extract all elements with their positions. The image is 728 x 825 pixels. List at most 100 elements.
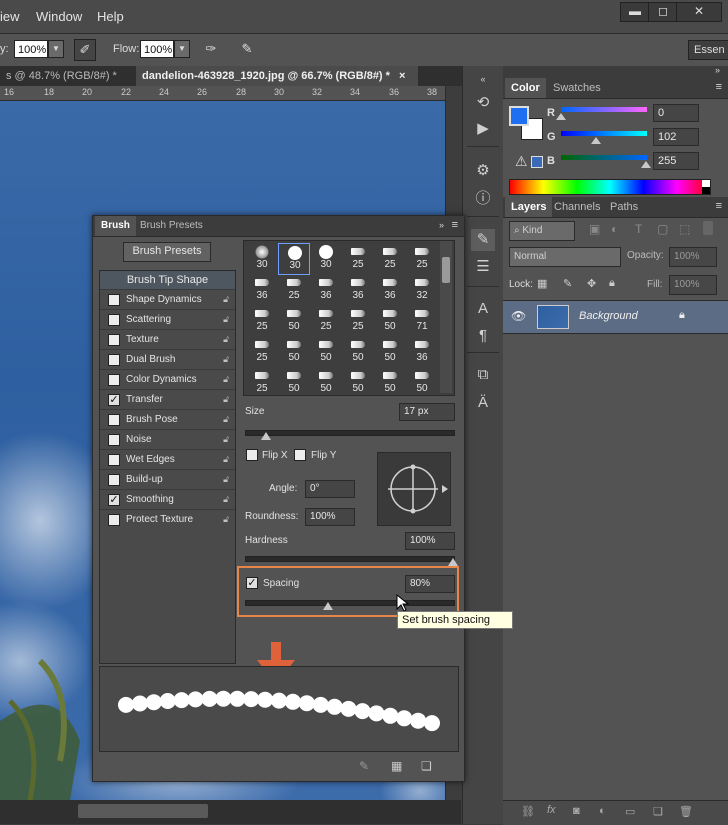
collapse-icon[interactable]: » bbox=[715, 65, 720, 75]
flow-field[interactable]: 100% bbox=[140, 40, 174, 58]
brush-tip[interactable]: 25 bbox=[374, 243, 406, 275]
filter-smartobject-icon[interactable]: ⬚ bbox=[679, 222, 690, 236]
checkbox[interactable] bbox=[108, 434, 120, 446]
character-icon[interactable]: A bbox=[471, 298, 495, 320]
brush-tip[interactable]: 30 bbox=[310, 243, 342, 275]
brush-tip[interactable]: 25 bbox=[342, 243, 374, 275]
new-brush-icon[interactable]: ❏ bbox=[421, 759, 432, 773]
size-slider-handle[interactable] bbox=[260, 432, 271, 440]
brush-tip[interactable]: 30 bbox=[278, 243, 310, 275]
gamut-warning-icon[interactable]: ⚠ bbox=[515, 153, 528, 170]
tab-brush[interactable]: Brush bbox=[95, 216, 136, 236]
filter-adjustment-icon[interactable]: ◐ bbox=[611, 222, 618, 236]
brush-tip[interactable]: 30 bbox=[246, 243, 278, 275]
shape-dynamics-item[interactable]: Shape Dynamics 🔓︎ bbox=[100, 291, 235, 310]
brush-tip[interactable]: 50 bbox=[278, 367, 310, 395]
filter-pixel-icon[interactable]: ▣ bbox=[589, 222, 600, 236]
brush-tip[interactable]: 25 bbox=[246, 305, 278, 337]
brush-tip[interactable]: 50 bbox=[310, 367, 342, 395]
red-slider-handle[interactable] bbox=[556, 113, 566, 120]
checkbox[interactable] bbox=[108, 334, 120, 346]
brush-tip[interactable]: 36 bbox=[246, 274, 278, 306]
lock-icon[interactable]: 🔓︎ bbox=[221, 294, 231, 305]
blue-value[interactable]: 255 bbox=[653, 152, 699, 170]
new-layer-icon[interactable]: ❏ bbox=[653, 805, 663, 818]
char-styles-icon[interactable]: Ä bbox=[471, 392, 495, 414]
wet-edges-item[interactable]: Wet Edges 🔓︎ bbox=[100, 451, 235, 470]
group-icon[interactable]: ▭ bbox=[625, 805, 635, 818]
paragraph-icon[interactable]: ¶ bbox=[471, 325, 495, 347]
checkbox-checked[interactable]: ✓ bbox=[108, 494, 120, 506]
collapse-icon[interactable]: » bbox=[439, 220, 444, 230]
scroll-thumb[interactable] bbox=[78, 804, 208, 818]
transfer-item[interactable]: ✓ Transfer 🔓︎ bbox=[100, 391, 235, 410]
brush-icon[interactable]: ✎ bbox=[471, 229, 495, 251]
checkbox[interactable] bbox=[108, 354, 120, 366]
brush-pose-item[interactable]: Brush Pose 🔓︎ bbox=[100, 411, 235, 430]
red-value[interactable]: 0 bbox=[653, 104, 699, 122]
brush-tip[interactable]: 36 bbox=[310, 274, 342, 306]
checkbox[interactable] bbox=[108, 294, 120, 306]
pressure-size-icon[interactable]: ✎ bbox=[236, 39, 258, 61]
red-slider[interactable] bbox=[561, 107, 647, 112]
dual-brush-item[interactable]: Dual Brush 🔓︎ bbox=[100, 351, 235, 370]
tab-channels[interactable]: Channels bbox=[548, 197, 606, 217]
lock-icon[interactable]: 🔓︎ bbox=[221, 514, 231, 525]
checkbox[interactable] bbox=[108, 514, 120, 526]
size-slider-track[interactable] bbox=[245, 430, 455, 436]
brush-grid-icon[interactable]: ▦ bbox=[391, 759, 402, 773]
noise-item[interactable]: Noise 🔓︎ bbox=[100, 431, 235, 450]
workspace-button[interactable]: Essen bbox=[688, 40, 728, 60]
brush-tip[interactable]: 25 bbox=[310, 305, 342, 337]
doc-tab-dandelion[interactable]: dandelion-463928_1920.jpg @ 66.7% (RGB/8… bbox=[136, 66, 418, 86]
green-slider[interactable] bbox=[561, 131, 647, 136]
panel-menu-icon[interactable]: ≡ bbox=[716, 200, 722, 212]
lock-transparent-icon[interactable]: ▦ bbox=[537, 277, 547, 290]
blue-slider-handle[interactable] bbox=[641, 161, 651, 168]
horizontal-scrollbar[interactable] bbox=[0, 800, 461, 824]
lock-icon[interactable]: 🔓︎ bbox=[221, 454, 231, 465]
lock-icon[interactable]: 🔓︎ bbox=[221, 374, 231, 385]
opacity-field[interactable]: 100% bbox=[14, 40, 48, 58]
close-button[interactable]: ✕ bbox=[676, 2, 722, 22]
build-up-item[interactable]: Build-up 🔓︎ bbox=[100, 471, 235, 490]
fx-icon[interactable]: fx bbox=[547, 804, 556, 816]
brush-tip[interactable]: 25 bbox=[278, 274, 310, 306]
lock-icon[interactable]: 🔓︎ bbox=[221, 394, 231, 405]
brush-tip[interactable]: 50 bbox=[278, 305, 310, 337]
scattering-item[interactable]: Scattering 🔓︎ bbox=[100, 311, 235, 330]
lock-icon[interactable]: 🔓︎ bbox=[221, 354, 231, 365]
doc-tab-other[interactable]: s @ 48.7% (RGB/8#) * × bbox=[0, 66, 134, 102]
layer-name[interactable]: Background bbox=[579, 310, 638, 322]
lock-icon[interactable]: 🔓︎ bbox=[221, 494, 231, 505]
menu-window[interactable]: Window bbox=[36, 9, 82, 24]
smoothing-item[interactable]: ✓ Smoothing 🔓︎ bbox=[100, 491, 235, 510]
color-dynamics-item[interactable]: Color Dynamics 🔓︎ bbox=[100, 371, 235, 390]
flow-dropdown-icon[interactable]: ▼ bbox=[174, 40, 190, 58]
checkbox[interactable] bbox=[108, 314, 120, 326]
tab-layers[interactable]: Layers bbox=[505, 197, 553, 217]
brush-tip[interactable]: 25 bbox=[246, 367, 278, 395]
lock-pixels-icon[interactable]: ✎ bbox=[563, 277, 572, 290]
tab-swatches[interactable]: Swatches bbox=[547, 78, 607, 98]
properties-icon[interactable]: ⚙ bbox=[471, 160, 495, 182]
adjustment-icon[interactable]: ◐ bbox=[599, 805, 606, 817]
brush-tip[interactable]: 32 bbox=[406, 274, 438, 306]
layer-opacity-field[interactable]: 100% bbox=[669, 247, 717, 267]
brush-presets-icon[interactable]: ☰ bbox=[471, 256, 495, 278]
tip-grid-scrollbar[interactable] bbox=[440, 241, 452, 393]
actions-play-icon[interactable]: ▶ bbox=[471, 118, 495, 140]
checkbox[interactable] bbox=[108, 454, 120, 466]
green-slider-handle[interactable] bbox=[591, 137, 601, 144]
foreground-color-swatch[interactable] bbox=[509, 106, 529, 126]
lock-position-icon[interactable]: ✥ bbox=[587, 277, 596, 290]
panel-menu-icon[interactable]: ≡ bbox=[452, 219, 458, 231]
angle-roundness-widget[interactable] bbox=[377, 452, 451, 526]
lock-icon[interactable]: 🔓︎ bbox=[221, 314, 231, 325]
brush-tip[interactable]: 36 bbox=[342, 274, 374, 306]
pressure-opacity-icon[interactable]: ✐ bbox=[74, 39, 96, 61]
brush-tip[interactable]: 50 bbox=[278, 336, 310, 368]
lock-all-icon[interactable]: 🔒︎ bbox=[609, 277, 615, 290]
brush-tip[interactable]: 25 bbox=[342, 305, 374, 337]
brush-tip[interactable]: 50 bbox=[342, 336, 374, 368]
